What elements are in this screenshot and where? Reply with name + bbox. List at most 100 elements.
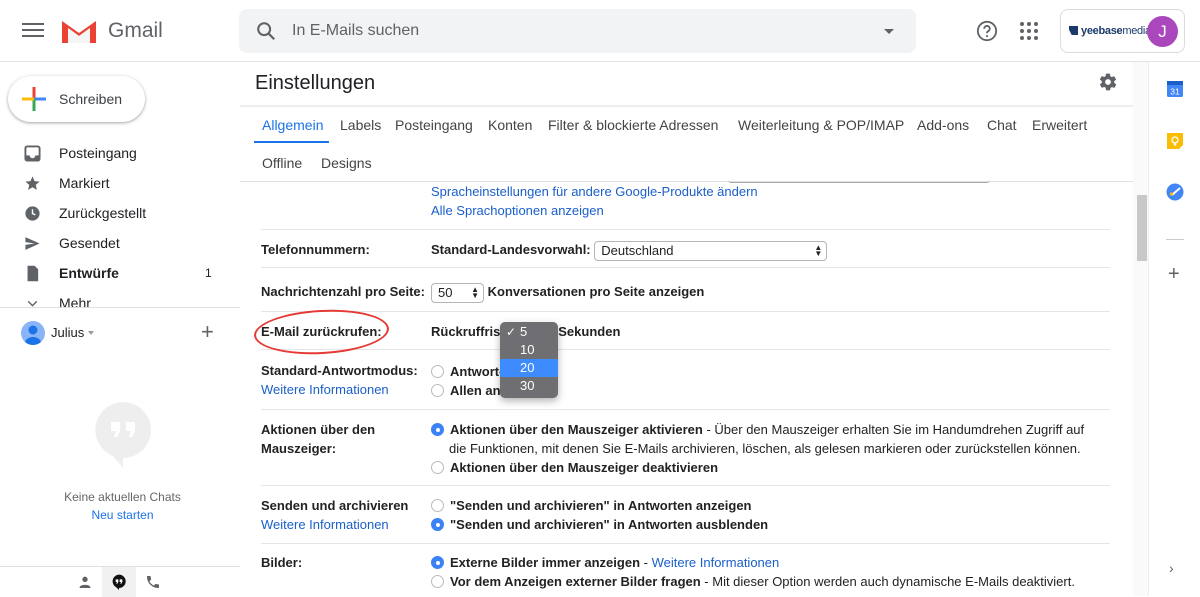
main-menu-button[interactable] [22, 20, 44, 42]
dropdown-option[interactable]: ✓ 5 [500, 323, 558, 341]
menu-icon [22, 23, 44, 25]
hangouts-user-name[interactable]: Julius [51, 325, 84, 340]
tab-accounts[interactable]: Konten [488, 117, 532, 133]
search-input[interactable]: In E-Mails suchen [292, 22, 419, 40]
add-addon-icon[interactable]: + [1168, 264, 1180, 284]
contacts-tab[interactable] [68, 567, 102, 597]
images-ask-option[interactable]: Vor dem Anzeigen externer Bilder fragen … [431, 572, 1075, 591]
radio-images-always[interactable] [431, 556, 444, 569]
tab-themes[interactable]: Designs [321, 155, 372, 171]
no-chats-text: Keine aktuellen Chats [64, 490, 181, 504]
undo-period-label: Rückruffrist: [431, 324, 510, 339]
page-size-suffix: Konversationen pro Seite anzeigen [487, 284, 705, 299]
setting-value: Standard-Landesvorwahl: Deutschland ▲ ▼ [431, 240, 828, 261]
language-select-edge[interactable] [728, 180, 990, 183]
dropdown-option[interactable]: 10 [500, 341, 558, 359]
search-bar[interactable]: In E-Mails suchen [239, 9, 916, 53]
images-always-option[interactable]: Externe Bilder immer anzeigen - Weitere … [431, 553, 779, 572]
help-icon[interactable] [976, 20, 998, 42]
radio-images-ask[interactable] [431, 575, 444, 588]
keep-icon[interactable] [1166, 132, 1184, 150]
scrollbar-track[interactable] [1133, 62, 1148, 596]
radio-hover-disable[interactable] [431, 461, 444, 474]
scrollbar-thumb[interactable] [1137, 195, 1147, 261]
checkmark-icon: ✓ [506, 325, 517, 339]
page-size-select[interactable]: 50 ▲ ▼ [431, 282, 484, 303]
select-arrows-icon: ▲ ▼ [814, 242, 823, 258]
tab-filters[interactable]: Filter & blockierte Adressen [548, 117, 718, 133]
all-language-options-link[interactable]: Alle Sprachoptionen anzeigen [431, 203, 604, 218]
undo-period-unit: Sekunden [558, 324, 621, 339]
hover-actions-enable-option[interactable]: Aktionen über den Mauszeiger aktivieren … [431, 420, 1084, 439]
setting-images: Bilder: Externe Bilder immer anzeigen - … [261, 544, 1110, 596]
conversations-tab[interactable] [102, 567, 136, 597]
draft-icon [27, 265, 39, 282]
sidebar: Schreiben Posteingang Markiert Zurückges… [0, 62, 240, 597]
hangouts-tabs [0, 566, 240, 597]
compose-button[interactable]: Schreiben [8, 76, 145, 122]
divider [1166, 239, 1184, 240]
send-icon [25, 237, 40, 250]
organization-logo: yeebasemedia [1069, 25, 1151, 37]
radio-hover-enable[interactable] [431, 423, 444, 436]
country-code-select[interactable]: Deutschland ▲ ▼ [594, 240, 828, 261]
tab-offline[interactable]: Offline [262, 155, 302, 171]
setting-reply-mode: Standard-Antwortmodus: Weitere Informati… [261, 350, 1110, 410]
calendar-icon[interactable]: 31 [1166, 80, 1184, 98]
tab-general[interactable]: Allgemein [262, 117, 323, 133]
send-archive-show-option[interactable]: "Senden und archivieren" in Antworten an… [431, 496, 752, 515]
sidebar-item-drafts[interactable]: Entwürfe 1 [0, 258, 240, 288]
plus-icon [22, 87, 46, 111]
expand-panel-icon[interactable]: › [1169, 560, 1174, 576]
dropdown-option-highlighted[interactable]: 20 [500, 359, 558, 377]
tab-addons[interactable]: Add-ons [917, 117, 969, 133]
menu-icon-line [22, 29, 44, 31]
gmail-logo[interactable] [60, 17, 98, 45]
avatar[interactable]: J [1147, 16, 1178, 47]
dropdown-option[interactable]: 30 [500, 377, 558, 395]
folder-list: Posteingang Markiert Zurückgestellt Gese… [0, 138, 240, 318]
undo-period-dropdown[interactable]: ✓ 5 10 20 30 [500, 322, 558, 398]
images-more-info-link[interactable]: Weitere Informationen [652, 555, 780, 570]
sidebar-item-label: Zurückgestellt [59, 205, 147, 221]
phone-tab[interactable] [136, 567, 170, 597]
tab-advanced[interactable]: Erweitert [1032, 117, 1087, 133]
search-options-icon[interactable] [884, 29, 894, 34]
app-name: Gmail [108, 19, 163, 42]
other-products-language-link[interactable]: Spracheinstellungen für andere Google-Pr… [431, 184, 758, 199]
new-chat-plus-icon[interactable]: + [201, 319, 214, 345]
status-dropdown-icon[interactable] [88, 331, 94, 335]
sidebar-item-label: Entwürfe [59, 265, 119, 281]
setting-label: Senden und archivieren [261, 498, 409, 513]
unread-count: 1 [205, 266, 212, 280]
setting-label: Telefonnummern: [261, 242, 370, 257]
compose-label: Schreiben [59, 91, 123, 107]
radio-send-archive-hide[interactable] [431, 518, 444, 531]
sidebar-item-inbox[interactable]: Posteingang [0, 138, 240, 168]
setting-hover-actions: Aktionen über den Mauszeiger: Aktionen üb… [261, 410, 1110, 486]
tasks-icon[interactable] [1166, 183, 1184, 201]
search-icon[interactable] [255, 20, 277, 42]
hangouts-bubble-icon [95, 402, 151, 468]
radio-reply[interactable] [431, 365, 444, 378]
tab-labels[interactable]: Labels [340, 117, 381, 133]
radio-send-archive-show[interactable] [431, 499, 444, 512]
apps-icon[interactable] [1020, 22, 1038, 40]
send-archive-hide-option[interactable]: "Senden und archivieren" in Antworten au… [431, 515, 768, 534]
tab-inbox[interactable]: Posteingang [395, 117, 473, 133]
sidebar-item-starred[interactable]: Markiert [0, 168, 240, 198]
account-switcher[interactable]: yeebasemedia J [1060, 9, 1185, 53]
sidebar-item-sent[interactable]: Gesendet [0, 228, 240, 258]
menu-icon-line [22, 35, 44, 37]
reply-mode-more-info-link[interactable]: Weitere Informationen [261, 380, 389, 399]
tab-forwarding[interactable]: Weiterleitung & POP/IMAP [738, 117, 904, 133]
gear-icon[interactable] [1098, 72, 1118, 92]
tab-chat[interactable]: Chat [987, 117, 1017, 133]
user-avatar-icon[interactable] [21, 321, 45, 345]
setting-page-size: Nachrichtenzahl pro Seite: 50 ▲ ▼ Konversa… [261, 268, 1110, 312]
start-chat-link[interactable]: Neu starten [0, 508, 245, 522]
radio-reply-all[interactable] [431, 384, 444, 397]
hover-actions-disable-option[interactable]: Aktionen über den Mauszeiger deaktiviere… [431, 458, 718, 477]
send-archive-more-info-link[interactable]: Weitere Informationen [261, 515, 389, 534]
sidebar-item-snoozed[interactable]: Zurückgestellt [0, 198, 240, 228]
